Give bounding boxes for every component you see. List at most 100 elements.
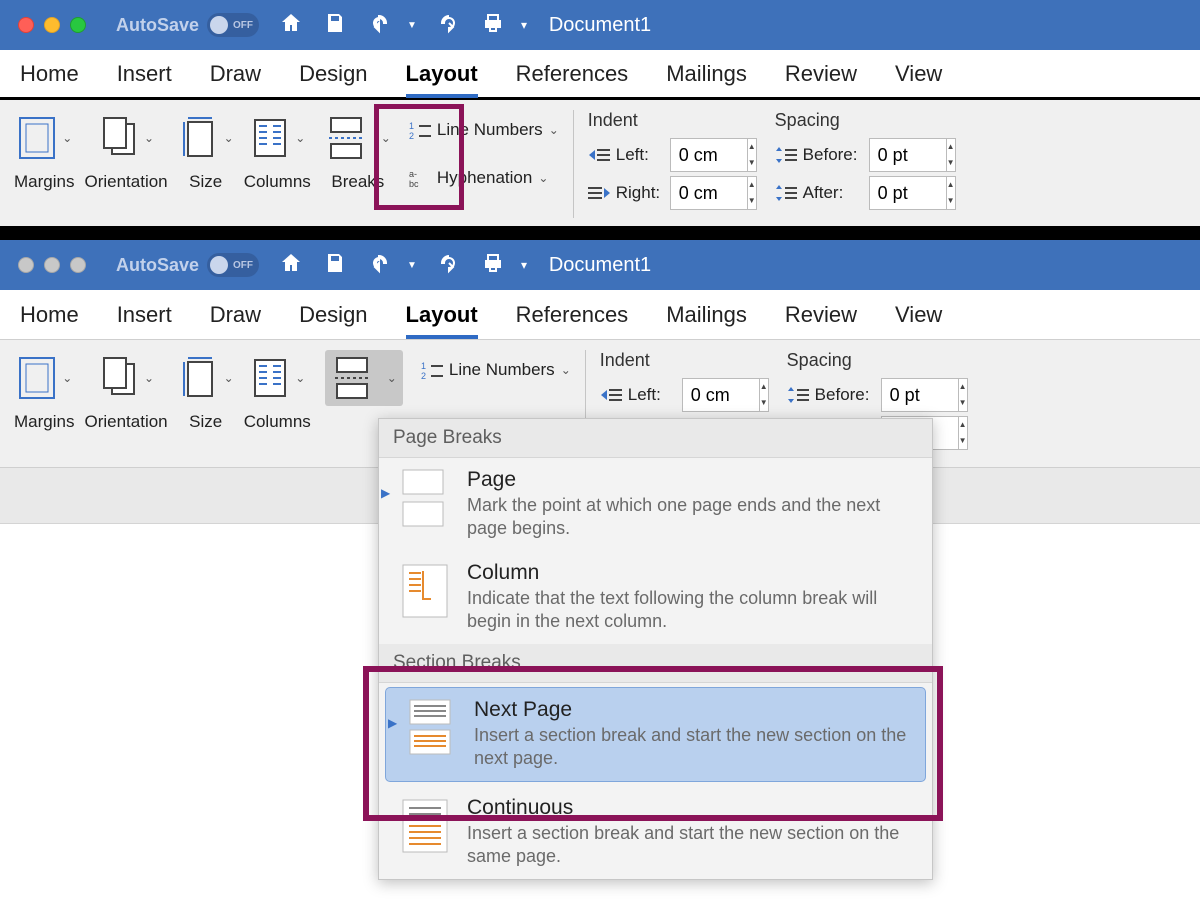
breaks-icon [325,114,377,162]
spacing-before-input[interactable]: ▲▼ [881,378,968,412]
undo-dropdown[interactable]: ▼ [407,260,417,271]
tab-home[interactable]: Home [20,61,79,87]
undo-icon[interactable] [367,251,391,280]
section-breaks-header: Section Breaks [379,644,932,683]
tab-mailings[interactable]: Mailings [666,302,747,328]
redo-icon[interactable] [437,11,461,40]
autosave-label: AutoSave OFF [116,13,259,37]
undo-dropdown[interactable]: ▼ [407,20,417,31]
ribbon-tabs: Home Insert Draw Design Layout Reference… [0,290,1200,340]
title-icons: ▼ ▾ [279,11,527,40]
save-icon[interactable] [323,11,347,40]
menu-item-next-page[interactable]: ▶ Next Page Insert a section break and s… [385,687,926,782]
margins-button[interactable]: ⌄ Margins [14,350,74,432]
menu-item-desc: Insert a section break and start the new… [467,822,918,867]
undo-icon[interactable] [367,11,391,40]
columns-button[interactable]: ⌄ Columns [244,110,311,192]
qat-customize-dropdown[interactable]: ▾ [521,258,527,272]
line-numbers-button[interactable]: 12 Line Numbers ⌄ [421,354,571,386]
menu-item-page-break[interactable]: ▶ Page Mark the point at which one page … [379,458,932,551]
save-icon[interactable] [323,251,347,280]
autosave-toggle[interactable]: OFF [207,13,259,37]
qat-customize-dropdown[interactable]: ▾ [521,18,527,32]
submenu-indicator-icon: ▶ [388,716,397,730]
separator [0,230,1200,240]
breaks-button-open[interactable]: ⌄ [325,350,403,406]
autosave-label: AutoSave OFF [116,253,259,277]
spacing-group-label: Spacing [787,350,968,371]
size-button[interactable]: ⌄ Size [178,350,234,432]
spacing-before-icon [787,387,809,403]
svg-text:1: 1 [421,361,426,371]
orientation-icon [98,354,140,402]
home-icon[interactable] [279,11,303,40]
menu-item-column-break[interactable]: Column Indicate that the text following … [379,551,932,644]
spacing-after-label: After: [803,183,863,203]
chevron-down-icon: ⌄ [295,131,305,145]
minimize-window-button[interactable] [44,17,60,33]
zoom-window-button[interactable] [70,257,86,273]
chevron-down-icon: ⌄ [62,131,72,145]
tab-design[interactable]: Design [299,61,367,87]
tab-layout[interactable]: Layout [406,302,478,328]
indent-group-label: Indent [588,110,757,131]
line-numbers-icon: 12 [421,359,443,381]
orientation-button[interactable]: ⌄ Orientation [84,350,167,432]
spacing-before-label: Before: [815,385,875,405]
tab-references[interactable]: References [516,61,629,87]
titlebar: AutoSave OFF ▼ ▾ Document1 [0,0,1200,50]
print-icon[interactable] [481,11,505,40]
spacing-before-label: Before: [803,145,863,165]
tab-draw[interactable]: Draw [210,61,261,87]
ribbon-layout: ⌄ Margins ⌄ Orientation ⌄ Size ⌄ Columns… [0,100,1200,230]
minimize-window-button[interactable] [44,257,60,273]
tab-review[interactable]: Review [785,61,857,87]
menu-item-continuous[interactable]: Continuous Insert a section break and st… [379,786,932,879]
ribbon-tabs: Home Insert Draw Design Layout Reference… [0,50,1200,100]
chevron-down-icon: ⌄ [224,131,234,145]
divider [573,110,574,218]
spacing-group-label: Spacing [775,110,956,131]
indent-left-input[interactable]: ▲▼ [682,378,769,412]
tab-home[interactable]: Home [20,302,79,328]
continuous-icon [397,796,453,856]
home-icon[interactable] [279,251,303,280]
tab-mailings[interactable]: Mailings [666,61,747,87]
indent-right-input[interactable]: ▲▼ [670,176,757,210]
tab-view[interactable]: View [895,302,942,328]
indent-left-icon [588,147,610,163]
tab-insert[interactable]: Insert [117,61,172,87]
margins-icon [16,114,58,162]
size-icon [178,354,220,402]
margins-icon [16,354,58,402]
columns-icon [249,354,291,402]
indent-left-label: Left: [628,385,676,405]
tab-layout[interactable]: Layout [406,61,478,87]
tab-view[interactable]: View [895,61,942,87]
spacing-after-input[interactable]: ▲▼ [869,176,956,210]
size-button[interactable]: ⌄ Size [178,110,234,192]
autosave-toggle[interactable]: OFF [207,253,259,277]
page-break-icon [397,468,453,528]
print-icon[interactable] [481,251,505,280]
menu-item-desc: Mark the point at which one page ends an… [467,494,918,539]
indent-left-input[interactable]: ▲▼ [670,138,757,172]
tab-references[interactable]: References [516,302,629,328]
tab-insert[interactable]: Insert [117,302,172,328]
spacing-before-input[interactable]: ▲▼ [869,138,956,172]
chevron-down-icon: ⌄ [538,171,548,185]
margins-button[interactable]: ⌄ Margins [14,110,74,192]
columns-button[interactable]: ⌄ Columns [244,350,311,432]
redo-icon[interactable] [437,251,461,280]
zoom-window-button[interactable] [70,17,86,33]
close-window-button[interactable] [18,17,34,33]
tab-design[interactable]: Design [299,302,367,328]
indent-group-label: Indent [600,350,769,371]
close-window-button[interactable] [18,257,34,273]
menu-item-title: Next Page [474,698,911,722]
column-break-icon [397,561,453,621]
orientation-button[interactable]: ⌄ Orientation [84,110,167,192]
window-1: AutoSave OFF ▼ ▾ Document1 Home Insert D… [0,0,1200,230]
tab-draw[interactable]: Draw [210,302,261,328]
tab-review[interactable]: Review [785,302,857,328]
